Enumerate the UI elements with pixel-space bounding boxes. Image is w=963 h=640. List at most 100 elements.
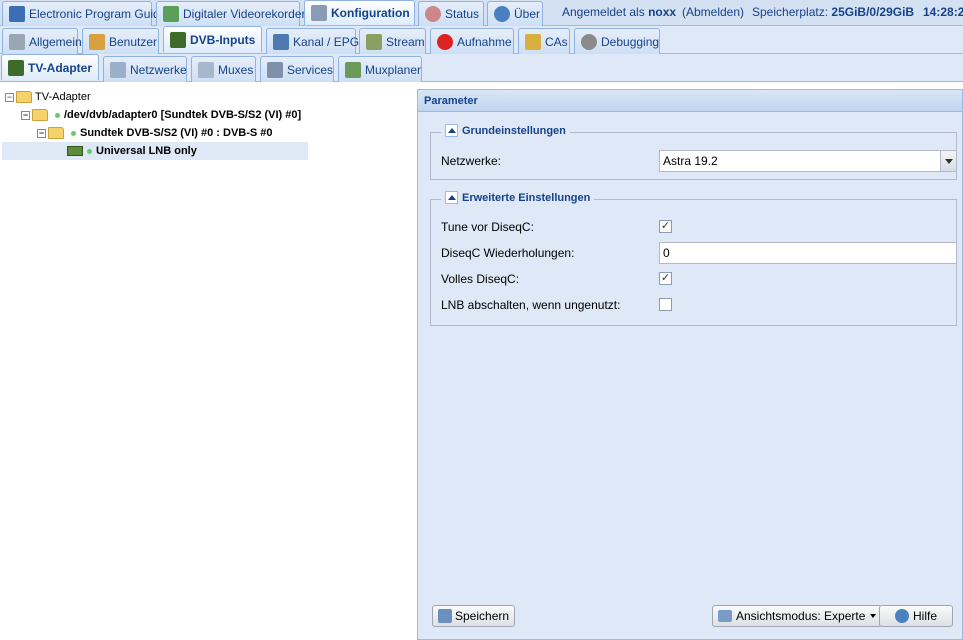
clock: 14:28:2 xyxy=(923,5,963,19)
logged-in-text: Angemeldet als noxx xyxy=(562,5,676,19)
lnb-off-checkbox[interactable] xyxy=(659,298,672,311)
tab-dvr[interactable]: Digitaler Videorekorder xyxy=(156,1,306,26)
collapse-toggle[interactable]: − xyxy=(37,128,46,138)
legend-label: Grundeinstellungen xyxy=(462,124,566,137)
tv-adapter-icon xyxy=(8,59,24,76)
collapse-toggle[interactable]: − xyxy=(5,92,14,102)
bug-icon xyxy=(581,33,597,50)
tab-allgemein[interactable]: Allgemein xyxy=(2,28,82,54)
advanced-settings-fieldset: Erweiterte Einstellungen Tune vor DiseqC… xyxy=(430,191,957,326)
tab-ueber[interactable]: Über xyxy=(487,1,543,26)
repeats-input[interactable]: 0 xyxy=(659,242,957,264)
tab-label: Digitaler Videorekorder xyxy=(183,7,306,21)
collapse-up-icon[interactable] xyxy=(445,191,458,204)
tab-debugging[interactable]: Debugging xyxy=(574,28,660,54)
tab-epg[interactable]: Electronic Program Guide xyxy=(2,1,166,26)
full-diseqc-checkbox[interactable]: ✓ xyxy=(659,272,672,285)
tune-checkbox[interactable]: ✓ xyxy=(659,220,672,233)
folder-icon xyxy=(48,127,64,139)
save-icon xyxy=(438,609,452,623)
tree-node-frontend[interactable]: − Sundtek DVB-S/S2 (VI) #0 : DVB-S #0 xyxy=(37,124,273,142)
view-mode-button[interactable]: Ansichtsmodus: Experte xyxy=(712,605,883,627)
rec-icon xyxy=(437,33,453,50)
basic-settings-fieldset: Grundeinstellungen Netzwerke: Astra 19.2 xyxy=(430,124,957,180)
tree-node-adapter[interactable]: − /dev/dvb/adapter0 [Sundtek DVB-S/S2 (V… xyxy=(21,106,301,124)
dvb-tabbar: TV-Adapter Netzwerke Muxes Services Muxp… xyxy=(0,54,963,82)
info-icon xyxy=(494,6,510,22)
tab-konfiguration[interactable]: Konfiguration xyxy=(304,0,415,25)
services-icon xyxy=(267,61,283,78)
tab-label: Benutzer xyxy=(109,34,158,49)
tree-node-label: Sundtek DVB-S/S2 (VI) #0 : DVB-S #0 xyxy=(80,127,273,139)
tab-stream[interactable]: Stream xyxy=(359,28,426,54)
network-label: Netzwerke: xyxy=(441,154,502,168)
tab-cas[interactable]: CAs xyxy=(518,28,570,54)
status-dot-icon xyxy=(71,130,76,136)
repeats-label: DiseqC Wiederholungen: xyxy=(441,246,575,260)
collapse-toggle[interactable]: − xyxy=(21,110,30,120)
lnb-card-icon xyxy=(67,146,83,156)
tab-label: DVB-Inputs xyxy=(190,32,256,47)
chevron-down-icon[interactable] xyxy=(940,150,957,172)
tab-benutzer[interactable]: Benutzer xyxy=(82,28,159,54)
wrench-icon xyxy=(311,5,327,21)
help-button[interactable]: Hilfe xyxy=(879,605,953,627)
full-diseqc-label: Volles DiseqC: xyxy=(441,272,520,286)
tv-icon xyxy=(273,33,289,50)
logout-link[interactable]: (Abmelden) xyxy=(682,5,744,19)
logged-in-prefix: Angemeldet als xyxy=(562,5,645,19)
save-button-label: Speichern xyxy=(455,609,510,623)
tab-muxplaner[interactable]: Muxplaner xyxy=(338,56,422,82)
tab-kanal-epg[interactable]: Kanal / EPG xyxy=(266,28,360,54)
tab-services[interactable]: Services xyxy=(260,56,334,82)
tab-label: Über xyxy=(514,7,541,21)
antenna-icon xyxy=(110,61,126,78)
folder-icon xyxy=(16,91,32,103)
epg-icon xyxy=(9,6,25,22)
key-icon xyxy=(525,33,541,50)
storage-value: 25GiB/0/29GiB xyxy=(831,5,915,19)
tree-node-label: Universal LNB only xyxy=(96,145,197,157)
tab-label: Services xyxy=(287,62,334,77)
tree-node-label: TV-Adapter xyxy=(35,91,91,103)
save-button[interactable]: Speichern xyxy=(432,605,516,627)
tab-label: Konfiguration xyxy=(331,6,410,20)
view-mode-icon xyxy=(718,610,732,622)
tab-label: Aufnahme xyxy=(457,34,512,49)
tree-node-label: /dev/dvb/adapter0 [Sundtek DVB-S/S2 (VI)… xyxy=(64,109,302,121)
dvb-card-icon xyxy=(170,31,186,48)
tab-label: Stream xyxy=(386,34,425,49)
main-tabbar: Electronic Program Guide Digitaler Video… xyxy=(0,0,963,26)
view-mode-label: Ansichtsmodus: Experte xyxy=(736,609,866,623)
network-combo[interactable]: Astra 19.2 xyxy=(659,150,957,172)
status-dot-icon xyxy=(87,148,92,154)
lnb-off-label: LNB abschalten, wenn ungenutzt: xyxy=(441,298,621,312)
tab-muxes[interactable]: Muxes xyxy=(191,56,256,82)
tab-label: Kanal / EPG xyxy=(293,34,360,49)
eye-icon xyxy=(425,6,441,22)
stream-icon xyxy=(366,33,382,50)
storage-label: Speicherplatz: xyxy=(752,5,829,19)
tab-tv-adapter[interactable]: TV-Adapter xyxy=(1,54,99,80)
tab-aufnahme[interactable]: Aufnahme xyxy=(430,28,514,54)
collapse-up-icon[interactable] xyxy=(445,124,458,137)
tab-label: CAs xyxy=(545,34,568,49)
tree-node-root[interactable]: − TV-Adapter xyxy=(5,88,91,106)
network-combo-value: Astra 19.2 xyxy=(663,154,718,168)
tab-label: Debugging xyxy=(601,34,660,49)
tools-icon xyxy=(9,33,25,50)
panel-title: Parameter xyxy=(418,90,962,112)
calendar-icon xyxy=(345,61,361,78)
tab-status[interactable]: Status xyxy=(418,1,484,26)
tune-label: Tune vor DiseqC: xyxy=(441,220,534,234)
tab-label: TV-Adapter xyxy=(28,60,93,75)
adapter-tree: − TV-Adapter − /dev/dvb/adapter0 [Sundte… xyxy=(0,83,416,640)
tab-netzwerke[interactable]: Netzwerke xyxy=(103,56,187,82)
help-icon xyxy=(894,609,909,623)
tab-dvb-inputs[interactable]: DVB-Inputs xyxy=(163,26,262,52)
tab-label: Allgemein xyxy=(29,34,82,49)
status-dot-icon xyxy=(55,112,60,118)
user-icon xyxy=(89,33,105,50)
tree-node-lnb[interactable]: Universal LNB only xyxy=(2,142,308,160)
dropdown-caret-icon xyxy=(870,614,877,618)
